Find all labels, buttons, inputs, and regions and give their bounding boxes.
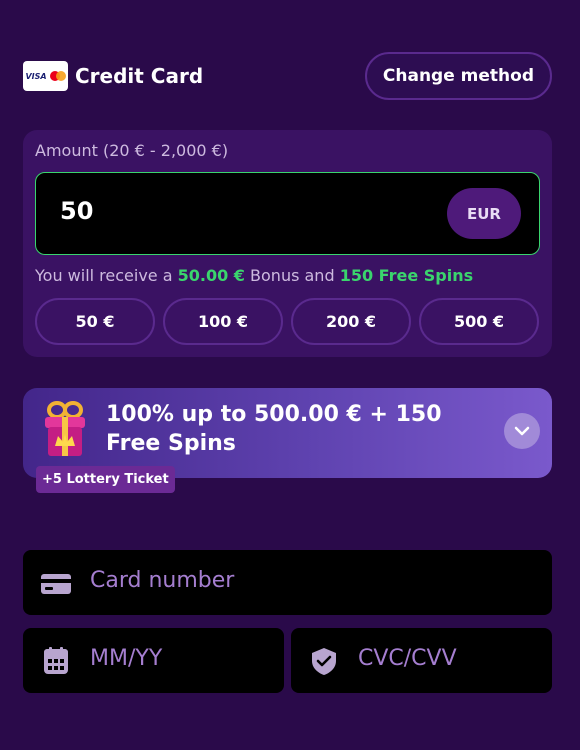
lottery-ticket-badge: +5 Lottery Ticket	[36, 466, 175, 493]
bonus-offer-card[interactable]: 100% up to 500.00 € + 150 Free Spins	[23, 388, 552, 478]
card-brand-logo: VISA	[23, 61, 68, 91]
preset-amount-button[interactable]: 200 €	[291, 298, 411, 345]
bonus-title: 100% up to 500.00 € + 150 Free Spins	[106, 402, 442, 456]
card-number-placeholder: Card number	[90, 568, 235, 593]
expiry-placeholder: MM/YY	[90, 646, 163, 671]
calendar-icon	[44, 647, 68, 674]
expiry-date-field[interactable]: MM/YY	[23, 628, 284, 693]
card-number-field[interactable]: Card number	[23, 550, 552, 615]
amount-label: Amount (20 € - 2,000 €)	[35, 141, 229, 160]
amount-value[interactable]: 50	[60, 197, 93, 225]
change-method-button[interactable]: Change method	[364, 52, 552, 100]
amount-panel: Amount (20 € - 2,000 €) 50 EUR You will …	[23, 130, 552, 357]
receive-middle: Bonus and	[250, 266, 335, 285]
cvc-field[interactable]: CVC/CVV	[291, 628, 552, 693]
bonus-receive-text: You will receive a 50.00 € Bonus and 150…	[35, 266, 473, 285]
expand-bonus-button[interactable]	[504, 413, 540, 449]
cvc-placeholder: CVC/CVV	[358, 646, 457, 671]
preset-amount-button[interactable]: 50 €	[35, 298, 155, 345]
bonus-amount: 50.00 €	[177, 266, 245, 285]
visa-logo-text: VISA	[25, 71, 47, 81]
payment-method-header: VISA Credit Card Change method	[23, 52, 552, 100]
free-spins-amount: 150 Free Spins	[339, 266, 474, 285]
currency-badge: EUR	[447, 188, 521, 239]
amount-presets: 50 € 100 € 200 € 500 €	[35, 298, 539, 345]
shield-check-icon	[312, 648, 336, 675]
payment-method-title: Credit Card	[75, 64, 204, 88]
mastercard-icon	[49, 71, 66, 81]
payment-method: VISA Credit Card	[23, 61, 203, 91]
chevron-down-icon	[514, 426, 530, 436]
preset-amount-button[interactable]: 500 €	[419, 298, 539, 345]
amount-input[interactable]: 50 EUR	[35, 172, 540, 255]
receive-prefix: You will receive a	[35, 266, 173, 285]
credit-card-icon	[41, 574, 71, 594]
gift-icon	[45, 401, 85, 456]
preset-amount-button[interactable]: 100 €	[163, 298, 283, 345]
